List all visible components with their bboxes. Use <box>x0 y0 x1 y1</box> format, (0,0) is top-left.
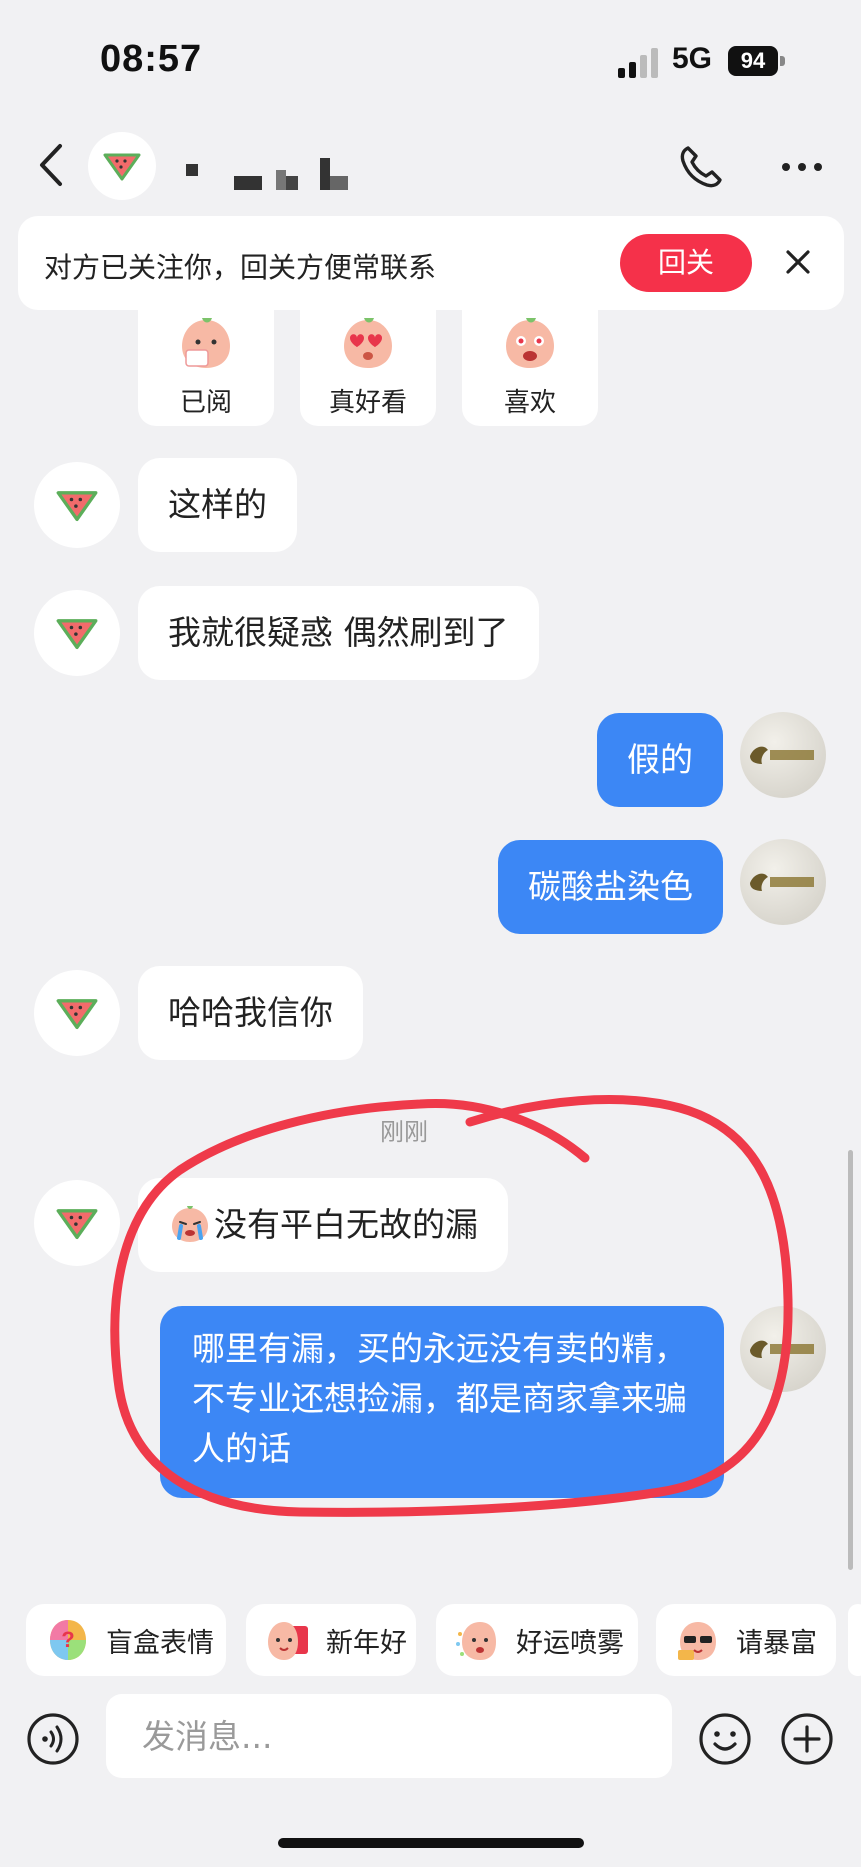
quick-reply-chip[interactable]: ? 盲盒表情 <box>26 1604 226 1676</box>
mystery-box-icon: ? <box>50 1620 86 1660</box>
my-avatar[interactable] <box>740 712 826 798</box>
reaction-label: 已阅 <box>179 388 232 418</box>
voice-input-icon[interactable] <box>26 1712 80 1766</box>
quick-reply-chip[interactable]: 新年好 <box>246 1604 416 1676</box>
plus-icon[interactable] <box>780 1712 834 1766</box>
watermelon-icon <box>56 491 98 522</box>
status-time: 08:57 <box>100 38 203 80</box>
reaction-beautiful[interactable]: 真好看 <box>300 310 436 426</box>
my-avatar[interactable] <box>740 1306 826 1392</box>
battery-icon: 94 <box>728 46 788 76</box>
battery-level: 94 <box>728 46 778 76</box>
follow-back-button[interactable]: 回关 <box>620 234 752 292</box>
close-icon[interactable] <box>780 244 816 280</box>
reaction-label: 真好看 <box>328 388 407 418</box>
watermelon-icon <box>56 619 98 650</box>
svg-text:?: ? <box>61 1627 74 1652</box>
home-indicator[interactable] <box>278 1838 584 1848</box>
follow-banner: 对方已关注你，回关方便常联系 回关 <box>18 216 844 310</box>
quick-reply-chip[interactable]: 请暴富 <box>656 1604 836 1676</box>
quick-reply-label: 盲盒表情 <box>106 1627 214 1659</box>
contact-avatar[interactable] <box>34 1180 120 1266</box>
contact-avatar[interactable] <box>34 462 120 548</box>
message-bubble-incoming[interactable]: 我就很疑惑 偶然刷到了 <box>138 586 539 680</box>
message-bubble-outgoing[interactable]: 碳酸盐染色 <box>498 840 723 934</box>
message-bubble-outgoing[interactable]: 哪里有漏，买的永远没有卖的精，不专业还想捡漏，都是商家拿来骗人的话 <box>160 1306 724 1498</box>
watermelon-icon <box>56 999 98 1030</box>
quick-reply-label: 请暴富 <box>736 1627 817 1659</box>
watermelon-icon <box>103 153 141 181</box>
new-year-peach-icon <box>268 1622 308 1660</box>
contact-name-pixelated: ▪ ▬▪▌ ▙ <box>186 158 348 190</box>
crying-peach-icon <box>172 1206 208 1242</box>
my-avatar[interactable] <box>740 839 826 925</box>
luck-spray-icon <box>456 1622 496 1660</box>
more-icon[interactable] <box>772 142 832 192</box>
quick-reply-chip-partial[interactable] <box>848 1604 861 1676</box>
network-type: 5G <box>672 42 713 75</box>
follow-banner-text: 对方已关注你，回关方便常联系 <box>44 251 437 284</box>
message-text: 没有平白无故的漏 <box>214 1205 478 1244</box>
logo-stamp-icon <box>750 1340 814 1358</box>
quick-reply-label: 好运喷雾 <box>516 1627 624 1659</box>
contact-avatar[interactable] <box>34 590 120 676</box>
quick-reply-label: 新年好 <box>326 1627 407 1659</box>
message-bubble-incoming[interactable]: 哈哈我信你 <box>138 966 363 1060</box>
scrollbar[interactable] <box>848 1150 853 1570</box>
reaction-read[interactable]: 已阅 <box>138 310 274 426</box>
back-arrow-icon[interactable] <box>32 140 72 190</box>
contact-avatar[interactable] <box>88 132 156 200</box>
logo-stamp-icon <box>750 873 814 891</box>
message-bubble-outgoing[interactable]: 假的 <box>597 713 723 807</box>
reaction-label: 喜欢 <box>503 388 556 418</box>
rich-peach-icon <box>678 1622 716 1660</box>
reaction-like[interactable]: 喜欢 <box>462 310 598 426</box>
message-bubble-incoming[interactable]: 没有平白无故的漏 <box>138 1178 508 1272</box>
watermelon-icon <box>56 1209 98 1240</box>
message-timestamp: 刚刚 <box>380 1118 428 1146</box>
peach-love-icon <box>506 318 554 368</box>
message-input[interactable] <box>106 1694 672 1778</box>
quick-reply-chip[interactable]: 好运喷雾 <box>436 1604 638 1676</box>
peach-reading-icon <box>182 318 230 368</box>
phone-icon[interactable] <box>676 142 726 192</box>
signal-icon <box>618 48 658 78</box>
emoji-icon[interactable] <box>698 1712 752 1766</box>
logo-stamp-icon <box>750 746 814 764</box>
contact-avatar[interactable] <box>34 970 120 1056</box>
message-bubble-incoming[interactable]: 这样的 <box>138 458 297 552</box>
quick-reply-bar: ? 盲盒表情 新年好 好运喷雾 请暴富 <box>0 1580 861 1690</box>
peach-heart-eyes-icon <box>344 318 392 368</box>
